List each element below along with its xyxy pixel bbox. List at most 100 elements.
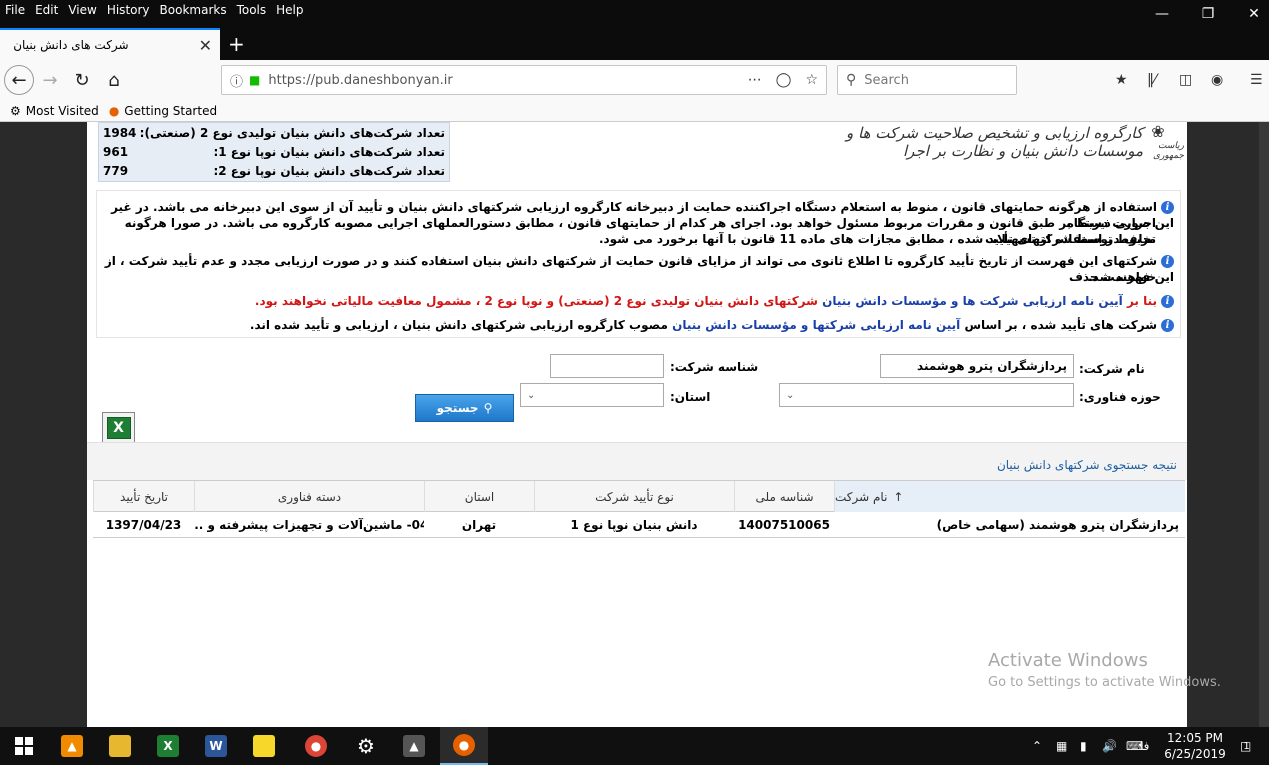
bookmark-star-icon[interactable]: ☆ xyxy=(805,72,818,88)
reload-icon[interactable]: ↻ xyxy=(68,66,96,94)
clock-time: 12:05 PM xyxy=(1167,731,1223,745)
magnifier-icon: ⚲ xyxy=(483,401,493,415)
search-icon: ⚲ xyxy=(846,72,857,88)
page-scrollbar[interactable] xyxy=(1259,122,1269,727)
stat-label: تعداد شرکت‌های دانش بنیان تولیدی نوع 2 (… xyxy=(139,125,445,140)
url-bar[interactable]: ⓘ ■ https://pub.daneshbonyan.ir ⋯ ◯ ☆ xyxy=(221,65,827,95)
stat-row: تعداد شرکت‌های دانش بنیان نوپا نوع 1: 96… xyxy=(99,142,449,161)
results-title: نتیجه جستجوی شرکتهای دانش بنیان xyxy=(996,458,1177,472)
excel-export-button[interactable]: X xyxy=(102,412,135,444)
home-icon[interactable]: ⌂ xyxy=(100,66,128,94)
cell-national-id: 14007510065 xyxy=(738,518,830,532)
windows-icon xyxy=(15,737,33,755)
results-header: نتیجه جستجوی شرکتهای دانش بنیان xyxy=(87,442,1187,480)
column-header-tech-category[interactable]: دسته فناوری xyxy=(194,481,424,512)
notice-3: iبنا بر آیین نامه ارزیابی شرکت ها و مؤسس… xyxy=(255,293,1174,309)
tab-active[interactable]: شرکت های دانش بنیان ✕ xyxy=(0,28,220,60)
menu-history[interactable]: History xyxy=(103,3,154,17)
reader-star-icon[interactable]: ★ xyxy=(1115,72,1128,88)
pocket-icon[interactable]: ◯ xyxy=(776,72,792,88)
column-header-approval-type[interactable]: نوع تأیید شرکت xyxy=(534,481,734,512)
hamburger-menu-icon[interactable]: ☰ xyxy=(1250,72,1263,88)
info-icon: i xyxy=(1161,319,1174,332)
menu-view[interactable]: View xyxy=(64,3,100,17)
column-header-approval-date[interactable]: تاریخ تأیید xyxy=(93,481,194,512)
account-icon[interactable]: ◉ xyxy=(1211,72,1223,88)
forward-icon[interactable]: → xyxy=(36,66,64,94)
company-id-input[interactable] xyxy=(550,354,664,378)
taskbar-settings[interactable]: ⚙ xyxy=(342,727,390,765)
excel-app-icon: X xyxy=(157,735,179,757)
menu-bookmarks[interactable]: Bookmarks xyxy=(156,3,231,17)
menu-tools[interactable]: Tools xyxy=(233,3,271,17)
notification-center[interactable]: □ 1 xyxy=(1240,727,1251,765)
tab-title: شرکت های دانش بنیان xyxy=(13,38,129,52)
word-icon: W xyxy=(205,735,227,757)
taskbar-explorer[interactable] xyxy=(96,727,144,765)
network-icon[interactable]: ▦ xyxy=(1056,727,1067,765)
tech-field-select[interactable]: ⌄ xyxy=(779,383,1074,407)
bylaw-link[interactable]: آیین نامه ارزیابی شرکت ها و مؤسسات دانش … xyxy=(822,294,1123,308)
taskbar-vlc[interactable]: ▲ xyxy=(48,727,96,765)
taskbar-photos[interactable]: ▲ xyxy=(390,727,438,765)
taskbar-sticky-notes[interactable] xyxy=(240,727,288,765)
menu-edit[interactable]: Edit xyxy=(31,3,62,17)
bookmark-most-visited[interactable]: ⚙ Most Visited xyxy=(10,104,99,118)
battery-icon[interactable]: ▮ xyxy=(1080,727,1087,765)
results-table-header: ↑ نام شرکت شناسه ملی نوع تأیید شرکت استان… xyxy=(93,480,1185,512)
province-select[interactable]: ⌄ xyxy=(520,383,664,407)
firefox-icon: ● xyxy=(108,103,120,118)
stat-row: تعداد شرکت‌های دانش بنیان نوپا نوع 2: 77… xyxy=(99,161,449,180)
company-name-label: نام شرکت: xyxy=(1079,362,1145,376)
vlc-icon: ▲ xyxy=(61,735,83,757)
bookmark-label: Most Visited xyxy=(25,103,99,118)
taskbar-chrome[interactable]: ● xyxy=(292,727,340,765)
show-hidden-icons[interactable]: ⌃ xyxy=(1032,727,1042,765)
tab-close-icon[interactable]: ✕ xyxy=(199,36,212,55)
search-button[interactable]: ⚲ جستجو xyxy=(415,394,514,422)
bookmark-getting-started[interactable]: ● Getting Started xyxy=(109,104,217,118)
stat-row: تعداد شرکت‌های دانش بنیان تولیدی نوع 2 (… xyxy=(99,123,449,142)
bookmark-label: Getting Started xyxy=(124,103,218,118)
taskbar-word[interactable]: W xyxy=(192,727,240,765)
taskbar-excel[interactable]: X xyxy=(144,727,192,765)
notice-box: iاستفاده از هرگونه حمایتهای قانون ، منوط… xyxy=(96,190,1181,338)
new-tab-icon[interactable]: + xyxy=(228,32,245,56)
info-icon: i xyxy=(1161,295,1174,308)
table-row[interactable]: پردازشگران پترو هوشمند (سهامی خاص) 14007… xyxy=(93,512,1185,538)
volume-icon[interactable]: 🔊 xyxy=(1102,727,1117,765)
emblem-icon: ❀ xyxy=(1151,122,1165,141)
column-header-company-name[interactable]: ↑ نام شرکت xyxy=(834,481,1185,512)
sticky-notes-icon xyxy=(253,735,275,757)
notice-2-line-1: iشرکتهای این فهرست از تاریخ تأیید کارگرو… xyxy=(104,254,1174,284)
watermark-title: Activate Windows xyxy=(988,650,1148,671)
column-header-national-id[interactable]: شناسه ملی xyxy=(734,481,834,512)
stats-box: تعداد شرکت‌های دانش بنیان تولیدی نوع 2 (… xyxy=(98,122,450,182)
back-icon[interactable]: ← xyxy=(4,65,34,95)
nav-bar: ← → ↻ ⌂ ⓘ ■ https://pub.daneshbonyan.ir … xyxy=(0,60,1269,100)
sidebar-icon[interactable]: ◫ xyxy=(1179,72,1192,88)
taskbar-firefox[interactable]: ● xyxy=(440,727,488,765)
start-button[interactable] xyxy=(0,727,48,765)
bylaw-link-2[interactable]: آیین نامه ارزیابی شرکتها و مؤسسات دانش ب… xyxy=(672,318,960,332)
settings-gear-icon: ⚙ xyxy=(357,734,375,758)
url-text[interactable]: https://pub.daneshbonyan.ir xyxy=(268,73,452,88)
page-actions-icon[interactable]: ⋯ xyxy=(748,72,762,88)
photos-icon: ▲ xyxy=(403,735,425,757)
library-icon[interactable]: ‖⁄ xyxy=(1147,72,1156,88)
menu-help[interactable]: Help xyxy=(272,3,307,17)
notification-count: 1 xyxy=(1243,740,1250,752)
column-header-province[interactable]: استان xyxy=(424,481,534,512)
system-clock[interactable]: 12:05 PM 6/25/2019 xyxy=(1160,730,1230,762)
search-input[interactable]: ⚲ Search xyxy=(837,65,1017,95)
emblem-caption: ریاست جمهوری xyxy=(1153,141,1184,161)
language-indicator[interactable]: فا xyxy=(1140,727,1149,765)
cell-approval-date: 1397/04/23 xyxy=(105,518,182,532)
chevron-down-icon: ⌄ xyxy=(786,389,795,401)
emblem-logo: ❀ ریاست جمهوری xyxy=(1132,122,1184,161)
menu-file[interactable]: File xyxy=(0,3,29,17)
page-content: تعداد شرکت‌های دانش بنیان تولیدی نوع 2 (… xyxy=(87,122,1187,727)
info-icon[interactable]: ⓘ xyxy=(230,71,243,90)
header-logo-text: کارگروه ارزیابی و تشخیص صلاحیت شرکت ها و… xyxy=(846,124,1143,160)
company-name-input[interactable] xyxy=(880,354,1074,378)
